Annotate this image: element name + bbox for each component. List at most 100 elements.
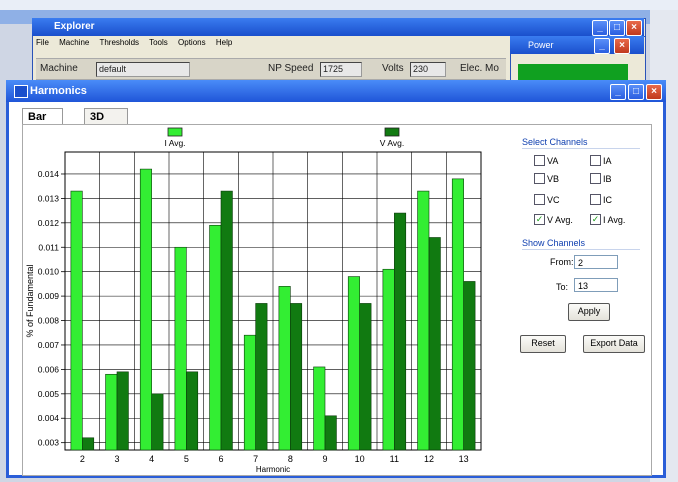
- menu-machine[interactable]: Machine: [59, 38, 89, 47]
- menu-options[interactable]: Options: [178, 38, 206, 47]
- bar-v-avg: [290, 303, 303, 451]
- from-label: From:: [550, 257, 574, 267]
- checkmark-icon[interactable]: ✓: [534, 214, 545, 225]
- checkbox-va[interactable]: VA: [534, 155, 558, 166]
- checkbox-i-avg-label: I Avg.: [603, 214, 626, 225]
- checkbox-vc[interactable]: VC: [534, 194, 560, 205]
- bar-v-avg: [428, 237, 441, 451]
- power-close-icon[interactable]: ×: [614, 38, 630, 54]
- bar-i-avg: [139, 168, 152, 451]
- legend-swatch: [167, 127, 183, 137]
- y-tick-label: 0.014: [38, 169, 60, 179]
- np-speed-field[interactable]: 1725: [320, 62, 362, 77]
- harmonics-title: Harmonics: [30, 85, 87, 97]
- apply-button[interactable]: Apply: [568, 303, 610, 321]
- x-tick-label: 9: [322, 454, 327, 464]
- menu-file[interactable]: File: [36, 38, 49, 47]
- bar-i-avg: [313, 366, 326, 451]
- close-icon[interactable]: ×: [626, 20, 642, 36]
- reset-button[interactable]: Reset: [520, 335, 566, 353]
- checkbox-vb-label: VB: [547, 173, 560, 184]
- bar-v-avg: [82, 437, 95, 451]
- power-minimize-icon[interactable]: _: [594, 38, 610, 54]
- bar-v-avg: [394, 212, 407, 451]
- checkbox-va-label: VA: [547, 155, 559, 166]
- checkbox-ic[interactable]: IC: [590, 194, 612, 205]
- menu-thresholds[interactable]: Thresholds: [99, 38, 139, 47]
- checkbox-vc-box[interactable]: [534, 194, 545, 205]
- y-tick-label: 0.005: [38, 389, 60, 399]
- y-axis-label: % of Fundamental: [25, 264, 35, 337]
- elec-label: Elec. Mo: [460, 63, 499, 74]
- checkbox-ic-label: IC: [603, 194, 612, 205]
- checkbox-i-avg[interactable]: ✓ I Avg.: [590, 214, 625, 225]
- bar-i-avg: [209, 224, 222, 451]
- tab-3d-graph[interactable]: 3D Graph: [84, 108, 129, 139]
- bar-v-avg: [116, 371, 129, 451]
- bar-v-avg: [463, 281, 476, 451]
- from-input[interactable]: 2: [574, 255, 618, 269]
- checkbox-ic-box[interactable]: [590, 194, 601, 205]
- bar-i-avg: [174, 246, 187, 451]
- checkbox-ia-box[interactable]: [590, 155, 601, 166]
- machine-field[interactable]: default: [96, 62, 190, 77]
- bar-i-avg: [70, 190, 83, 451]
- legend-swatch: [384, 127, 400, 137]
- harmonics-maximize-icon[interactable]: □: [628, 84, 644, 100]
- y-tick-label: 0.008: [38, 316, 60, 326]
- checkbox-ib[interactable]: IB: [590, 173, 612, 184]
- checkbox-vb[interactable]: VB: [534, 173, 559, 184]
- x-tick-label: 11: [390, 454, 399, 464]
- checkbox-vb-box[interactable]: [534, 173, 545, 184]
- power-title: Power: [528, 40, 554, 50]
- x-tick-label: 5: [184, 454, 189, 464]
- bar-i-avg: [105, 373, 118, 451]
- bar-v-avg: [220, 190, 233, 451]
- x-tick-label: 6: [218, 454, 223, 464]
- to-input[interactable]: 13: [574, 278, 618, 292]
- bar-i-avg: [382, 268, 395, 451]
- checkbox-v-avg[interactable]: ✓ V Avg.: [534, 214, 573, 225]
- y-tick-label: 0.012: [38, 218, 60, 228]
- explorer-menubar: File Machine Thresholds Tools Options He…: [36, 38, 506, 52]
- bar-v-avg: [359, 303, 372, 451]
- legend-label: V Avg.: [380, 138, 404, 148]
- y-tick-label: 0.010: [38, 267, 60, 277]
- x-tick-label: 8: [288, 454, 293, 464]
- minimize-icon[interactable]: _: [592, 20, 608, 36]
- menu-tools[interactable]: Tools: [149, 38, 168, 47]
- tab-bar-chart[interactable]: Bar Chart: [22, 108, 63, 139]
- harmonics-minimize-icon[interactable]: _: [610, 84, 626, 100]
- checkbox-ia-label: IA: [603, 155, 612, 166]
- bar-i-avg: [451, 178, 464, 451]
- bar-v-avg: [186, 371, 199, 451]
- checkbox-v-avg-label: V Avg.: [547, 214, 573, 225]
- menu-help[interactable]: Help: [216, 38, 232, 47]
- to-label: To:: [556, 282, 569, 292]
- explorer-title: Explorer: [54, 21, 95, 32]
- checkbox-va-box[interactable]: [534, 155, 545, 166]
- y-tick-label: 0.003: [38, 438, 60, 448]
- checkbox-ib-box[interactable]: [590, 173, 601, 184]
- y-tick-label: 0.013: [38, 193, 60, 203]
- bar-v-avg: [324, 415, 337, 451]
- export-data-button[interactable]: Export Data: [583, 335, 645, 353]
- x-tick-label: 12: [424, 454, 434, 464]
- power-title-bar: Power _ ×: [510, 36, 644, 54]
- y-tick-label: 0.006: [38, 364, 60, 374]
- bar-v-avg: [255, 303, 268, 451]
- checkbox-ia[interactable]: IA: [590, 155, 612, 166]
- volts-field[interactable]: 230: [410, 62, 446, 77]
- x-tick-label: 4: [149, 454, 154, 464]
- checkbox-ib-label: IB: [603, 173, 612, 184]
- maximize-icon[interactable]: □: [609, 20, 625, 36]
- harmonics-title-bar: Harmonics _ □ ×: [6, 80, 666, 102]
- y-tick-label: 0.004: [38, 413, 60, 423]
- machine-label: Machine: [40, 63, 78, 74]
- bar-v-avg: [151, 393, 164, 451]
- harmonics-bar-chart: 0.003 0.004 0.005 0.006 0.007 0.008 0.009 0.010…: [25, 127, 482, 474]
- explorer-title-bar: Explorer _ □ ×: [32, 18, 644, 36]
- checkmark-icon[interactable]: ✓: [590, 214, 601, 225]
- harmonics-close-icon[interactable]: ×: [646, 84, 662, 100]
- x-tick-label: 13: [459, 454, 469, 464]
